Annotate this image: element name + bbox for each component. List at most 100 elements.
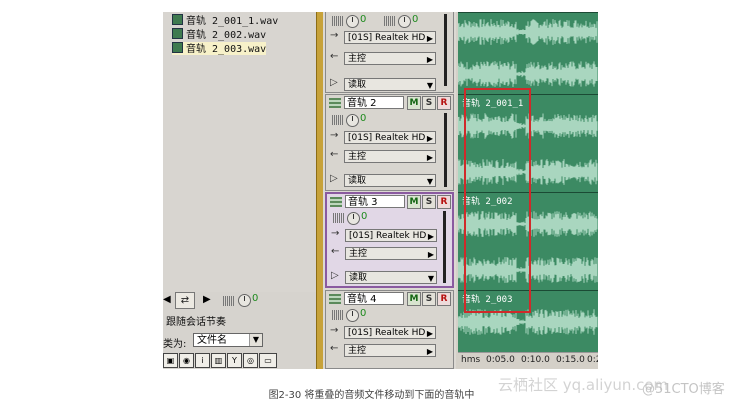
grip-icon[interactable] <box>329 98 341 108</box>
chevron-down-icon: ▼ <box>249 334 262 346</box>
volume-value: 0 <box>252 293 259 304</box>
volume-bars-icon <box>333 213 345 223</box>
volume-knob[interactable] <box>346 114 359 127</box>
output-value: [01S] Realtek HD <box>349 231 427 241</box>
automation-expand-icon[interactable]: ▷ <box>330 77 338 88</box>
chevron-right-icon: ▶ <box>426 134 433 143</box>
output-value: [01S] Realtek HD <box>348 33 426 43</box>
volume-value: 0 <box>360 14 367 25</box>
input-arrow-icon: → <box>330 30 339 41</box>
bus-select[interactable]: 主控 ▶ <box>344 344 436 357</box>
record-button[interactable]: R <box>437 96 451 110</box>
record-button[interactable]: R <box>437 292 451 306</box>
delete-icon[interactable]: ▥ <box>211 353 226 368</box>
import-icon[interactable]: ▣ <box>163 353 178 368</box>
track-name: 音轨 3 <box>348 197 378 208</box>
output-select[interactable]: [01S] Realtek HD ▶ <box>345 229 437 242</box>
volume-value: 0 <box>360 113 367 124</box>
record-button[interactable]: R <box>437 195 451 209</box>
file-item[interactable]: 音轨 2_001_1.wav <box>172 14 278 27</box>
input-arrow-icon: → <box>330 325 339 336</box>
chevron-right-icon: ▶ <box>426 329 433 338</box>
audition-screenshot: 音轨 2_001_1.wav 音轨 2_002.wav 音轨 2_003.wav… <box>163 12 598 369</box>
bus-select[interactable]: 主控 ▶ <box>344 52 436 65</box>
type-select[interactable]: 文件名 ▼ <box>193 333 263 347</box>
solo-button[interactable]: S <box>422 195 436 209</box>
loop-button[interactable]: ⇄ <box>175 292 195 309</box>
output-value: [01S] Realtek HD <box>348 328 426 338</box>
audio-file-icon <box>172 42 183 53</box>
play-icon[interactable]: ▶ <box>203 294 211 305</box>
grip-icon[interactable] <box>329 294 341 304</box>
chevron-down-icon: ▼ <box>426 177 433 186</box>
output-arrow-icon: ← <box>330 149 339 160</box>
volume-knob[interactable] <box>346 309 359 322</box>
file-item-selected[interactable]: 音轨 2_003.wav <box>172 42 267 55</box>
bus-select[interactable]: 主控 ▶ <box>344 150 436 163</box>
volume-knob[interactable] <box>238 294 251 307</box>
chevron-right-icon: ▶ <box>426 55 433 64</box>
output-arrow-icon: ← <box>331 246 340 257</box>
chevron-right-icon: ▶ <box>426 153 433 162</box>
track-name-field[interactable]: 音轨 4 <box>344 292 404 305</box>
track-name-field[interactable]: 音轨 2 <box>344 96 404 109</box>
settings-icon[interactable]: ▭ <box>259 353 277 368</box>
time-ruler[interactable]: hms 0:05.0 0:10.0 0:15.0 0:2 <box>458 352 598 369</box>
track-name: 音轨 2 <box>347 98 377 109</box>
chevron-down-icon: ▼ <box>427 274 434 283</box>
waveform <box>458 19 598 45</box>
solo-button[interactable]: S <box>422 292 436 306</box>
play-prev-icon[interactable]: ◀ <box>163 294 171 305</box>
output-arrow-icon: ← <box>330 51 339 62</box>
output-select[interactable]: [01S] Realtek HD ▶ <box>344 326 436 339</box>
track-headers: 0 0 → [01S] Realtek HD ▶ ← 主控 ▶ ▷ 读取 ▼ 音轨 2… <box>323 12 456 369</box>
follow-session-label[interactable]: 跟随会话节奏 <box>166 313 226 328</box>
chevron-right-icon: ▶ <box>427 232 434 241</box>
automation-expand-icon[interactable]: ▷ <box>330 173 338 184</box>
type-value: 文件名 <box>197 335 227 346</box>
volume-bars-icon <box>332 115 344 125</box>
mute-button[interactable]: M <box>407 96 421 110</box>
ruler-tick: 0:15.0 <box>556 355 585 365</box>
solo-button[interactable]: S <box>422 96 436 110</box>
output-select[interactable]: [01S] Realtek HD ▶ <box>344 131 436 144</box>
file-list: 音轨 2_001_1.wav 音轨 2_002.wav 音轨 2_003.wav <box>163 12 316 292</box>
bus-value: 主控 <box>348 346 367 356</box>
ruler-unit: hms <box>461 355 481 365</box>
mute-button[interactable]: M <box>407 292 421 306</box>
filter-icon[interactable]: Y <box>227 353 242 368</box>
input-arrow-icon: → <box>330 130 339 141</box>
file-item[interactable]: 音轨 2_002.wav <box>172 28 266 41</box>
automation-select[interactable]: 读取 ▼ <box>344 174 436 187</box>
chevron-right-icon: ▶ <box>427 250 434 259</box>
automation-select[interactable]: 读取 ▼ <box>345 271 437 284</box>
file-name: 音轨 2_002.wav <box>186 30 267 41</box>
volume-row: 0 <box>331 211 441 225</box>
preview-icon[interactable]: ◎ <box>243 353 258 368</box>
output-select[interactable]: [01S] Realtek HD ▶ <box>344 31 436 44</box>
chevron-right-icon: ▶ <box>426 34 433 43</box>
ruler-tick: 0:10.0 <box>521 355 550 365</box>
volume-knob[interactable] <box>347 212 360 225</box>
level-meter <box>443 211 446 283</box>
volume-knob[interactable] <box>346 15 359 28</box>
automation-value: 读取 <box>349 273 368 283</box>
chevron-right-icon: ▶ <box>426 347 433 356</box>
bus-value: 主控 <box>349 249 368 259</box>
automation-select[interactable]: 读取 ▼ <box>344 78 436 91</box>
bus-select[interactable]: 主控 ▶ <box>345 247 437 260</box>
audio-file-icon <box>172 28 183 39</box>
output-value: [01S] Realtek HD <box>348 133 426 143</box>
refresh-icon[interactable]: ◉ <box>179 353 194 368</box>
volume-row: 0 <box>330 308 440 322</box>
mute-button[interactable]: M <box>407 195 421 209</box>
automation-expand-icon[interactable]: ▷ <box>331 270 339 281</box>
info-icon[interactable]: i <box>195 353 210 368</box>
track-header-selected: 音轨 3 M S R 0 → [01S] Realtek HD ▶ ← 主控 ▶ ▷… <box>325 192 454 288</box>
volume-row: 0 0 <box>330 14 440 28</box>
volume-value: 0 <box>361 211 368 222</box>
grip-icon[interactable] <box>330 197 342 207</box>
pan-knob[interactable] <box>398 15 411 28</box>
track-name: 音轨 4 <box>347 294 377 305</box>
track-name-field[interactable]: 音轨 3 <box>345 195 405 208</box>
